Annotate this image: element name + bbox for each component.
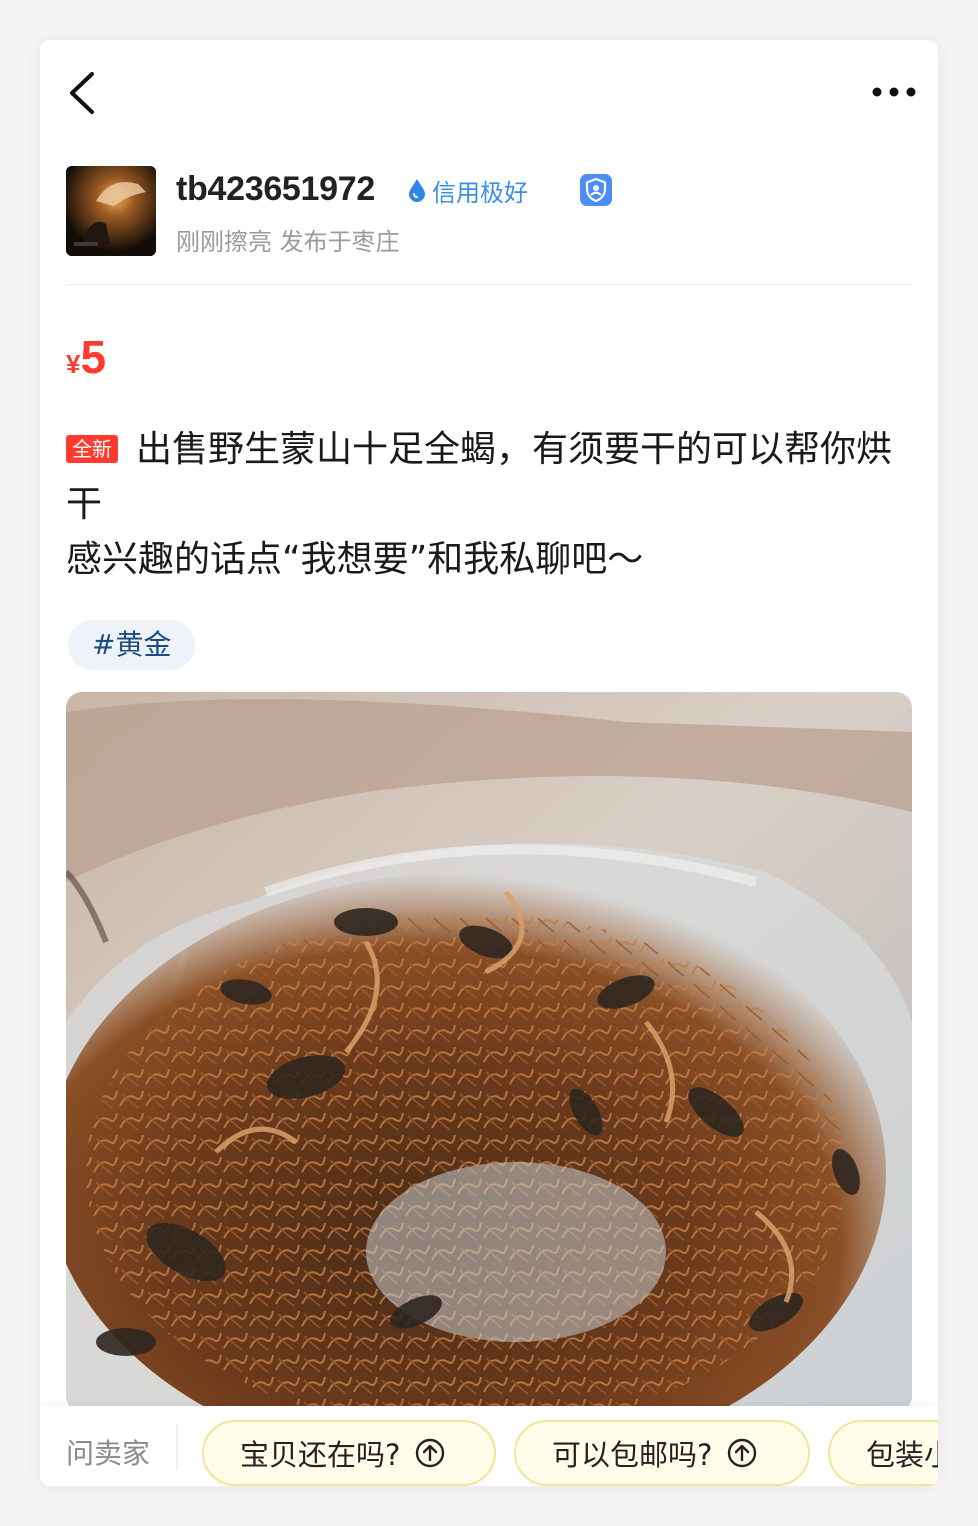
question-text: 可以包邮吗? <box>552 1438 713 1472</box>
avatar[interactable] <box>66 166 156 256</box>
ask-seller-label: 问卖家 <box>66 1437 151 1470</box>
question-chip-free-shipping[interactable]: 可以包邮吗? <box>514 1420 810 1486</box>
listing-title: 全新 出售野生蒙山十足全蝎，有须要干的可以帮你烘干 <box>66 422 916 532</box>
back-button[interactable] <box>64 70 104 116</box>
more-horizontal-icon <box>872 87 916 97</box>
verified-user-icon[interactable] <box>580 174 612 206</box>
question-text: 包装小 <box>866 1438 938 1472</box>
question-chip-in-stock[interactable]: 宝贝还在吗? <box>202 1420 496 1486</box>
condition-badge: 全新 <box>66 435 118 463</box>
divider <box>66 284 912 285</box>
price-value: 5 <box>80 331 107 383</box>
avatar-image <box>66 166 156 256</box>
question-text: 宝贝还在吗? <box>240 1438 401 1472</box>
credit-label: 信用极好 <box>432 178 528 207</box>
topic-tag[interactable]: #黄金 <box>68 620 196 670</box>
credit-badge[interactable]: 信用极好 <box>406 175 528 207</box>
top-bar <box>40 40 938 150</box>
arrow-up-circle-icon <box>416 1438 445 1468</box>
ask-seller-bar: 问卖家 宝贝还在吗? 可以包邮吗? 包装小 <box>40 1406 938 1486</box>
product-photo[interactable] <box>66 692 912 1412</box>
phone-screen: tb423651972 信用极好 刚刚擦亮 发布于枣庄 ¥5 全新 出售野生蒙山十… <box>40 40 938 1486</box>
title-line-2: 感兴趣的话点“我想要”和我私聊吧～ <box>66 539 644 580</box>
price: ¥5 <box>66 330 106 384</box>
product-photo-image <box>66 692 912 1412</box>
verified-user-glyph <box>585 177 607 203</box>
seller-username[interactable]: tb423651972 <box>176 170 375 209</box>
question-chip-packaging[interactable]: 包装小 <box>828 1420 938 1486</box>
arrow-up-circle-icon <box>728 1438 757 1468</box>
currency-symbol: ¥ <box>66 349 81 379</box>
title-line-1: 出售野生蒙山十足全蝎，有须要干的可以帮你烘干 <box>66 429 893 525</box>
more-button[interactable] <box>868 78 920 106</box>
listing-meta: 刚刚擦亮 发布于枣庄 <box>176 228 400 256</box>
chevron-left-icon <box>70 72 94 114</box>
seller-info: tb423651972 信用极好 刚刚擦亮 发布于枣庄 <box>66 166 912 258</box>
water-drop-icon <box>409 179 425 202</box>
ask-bar-divider <box>176 1424 178 1470</box>
